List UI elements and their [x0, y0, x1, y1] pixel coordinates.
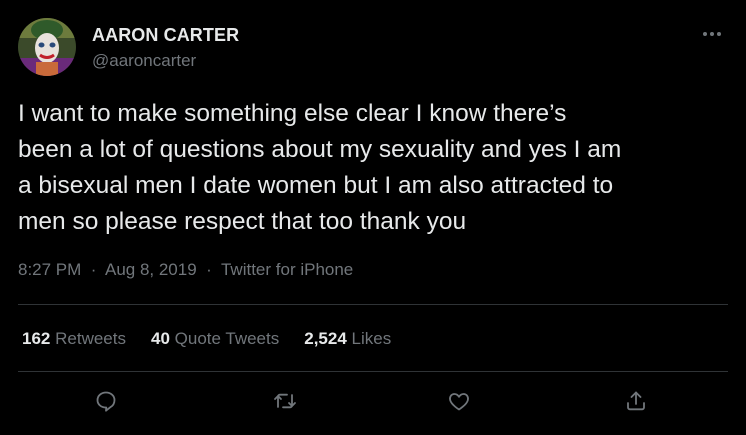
retweets-count: 162: [22, 329, 51, 348]
tweet-meta: 8:27 PM · Aug 8, 2019 · Twitter for iPho…: [18, 260, 353, 280]
reply-icon[interactable]: [93, 388, 119, 414]
like-icon[interactable]: [446, 388, 472, 414]
meta-separator-dot: ·: [206, 260, 212, 279]
meta-separator-dot: ·: [90, 260, 97, 279]
tweet-source[interactable]: Twitter for iPhone: [221, 260, 353, 279]
quote-tweets-label: Quote Tweets: [174, 329, 280, 348]
tweet-time[interactable]: 8:27 PM: [18, 260, 81, 279]
meta-separator: ·: [86, 260, 101, 279]
quote-tweets-stat[interactable]: 40 Quote Tweets: [151, 329, 279, 349]
likes-count: 2,524: [304, 329, 347, 348]
retweets-stat[interactable]: 162 Retweets: [22, 329, 126, 349]
likes-stat[interactable]: 2,524 Likes: [304, 329, 391, 349]
retweets-label: Retweets: [55, 329, 126, 348]
display-name[interactable]: AARON CARTER: [92, 25, 239, 46]
user-handle[interactable]: @aaroncarter: [92, 51, 196, 71]
share-icon[interactable]: [623, 388, 649, 414]
tweet-text: I want to make something else clear I kn…: [18, 100, 622, 235]
divider-top: [18, 304, 728, 305]
meta-separator: ·: [201, 260, 216, 279]
more-options-icon[interactable]: [700, 24, 724, 44]
divider-bottom: [18, 371, 728, 372]
tweet-card: AARON CARTER @aaroncarter I want to make…: [0, 0, 746, 435]
joker-face-avatar-icon: [18, 18, 76, 76]
tweet-date[interactable]: Aug 8, 2019: [105, 260, 197, 279]
quote-tweets-count: 40: [150, 329, 170, 348]
engagement-stats: 162 Retweets 40 Quote Tweets 2,524 Likes: [22, 329, 416, 349]
likes-label: Likes: [351, 329, 392, 348]
avatar[interactable]: [18, 18, 76, 76]
retweet-icon[interactable]: [272, 388, 298, 414]
